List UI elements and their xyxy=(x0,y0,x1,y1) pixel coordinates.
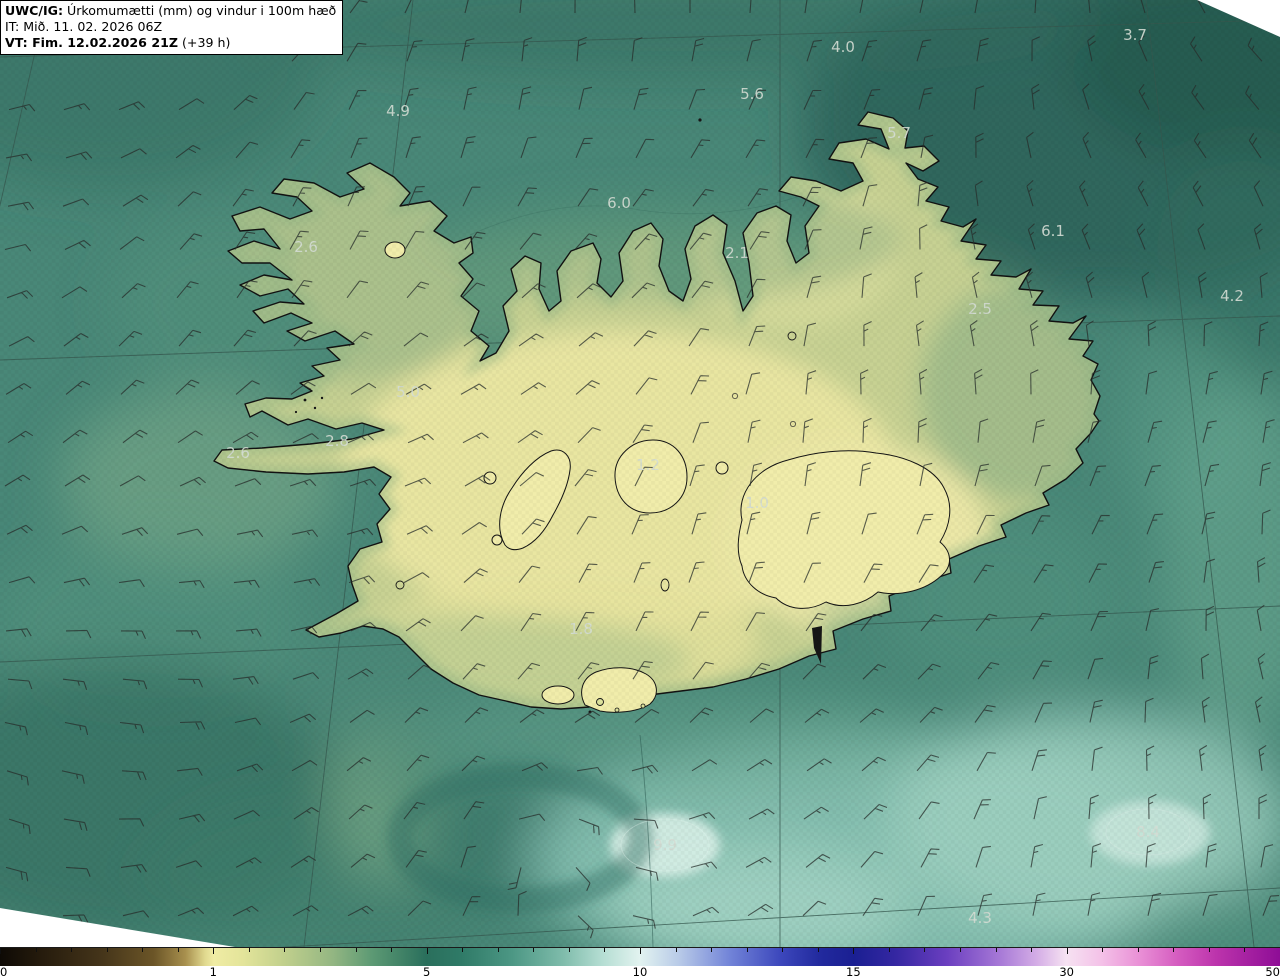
weather-map-canvas: 3.74.05.64.95.76.02.62.16.14.22.55.02.82… xyxy=(0,0,1280,947)
colorbar-tickmark xyxy=(746,948,748,952)
colorbar-tickmark xyxy=(284,948,286,952)
colorbar-tickmark xyxy=(1066,948,1068,954)
colorbar-tickmark xyxy=(1173,948,1175,952)
map-stage: 3.74.05.64.95.76.02.62.16.14.22.55.02.82… xyxy=(0,0,1280,979)
colorbar-tickmark xyxy=(782,948,784,952)
colorbar-tick-label: 1 xyxy=(209,965,217,979)
colorbar-tickmark xyxy=(0,948,1,954)
colorbar-tickmark xyxy=(320,948,321,952)
colorbar-tick-labels: 0 1 5 10 15 30 50 xyxy=(0,965,1280,979)
colorbar-tick-label: 10 xyxy=(632,965,648,979)
colorbar-tickmark xyxy=(355,948,357,952)
model-name: UWC/IG: xyxy=(5,3,64,18)
colorbar-tickmark xyxy=(604,948,606,952)
colorbar-tickmark xyxy=(462,948,464,952)
forecast-title-box: UWC/IG: Úrkomumætti (mm) og vindur i 100… xyxy=(0,0,344,55)
title-line-field: UWC/IG: Úrkomumætti (mm) og vindur i 100… xyxy=(5,3,336,19)
colorbar-tickmark xyxy=(568,948,570,952)
colorbar-tick-label: 0 xyxy=(0,965,8,979)
colorbar-tick-label: 50 xyxy=(1265,965,1280,979)
colorbar-tickmark xyxy=(1244,948,1246,952)
colorbar-tickmark xyxy=(35,948,37,952)
colorbar-tickmark xyxy=(71,948,73,952)
colorbar-tickmark xyxy=(1102,948,1104,952)
title-line-init-time: IT: Mið. 11. 02. 2026 06Z xyxy=(5,19,163,34)
colorbar-tickmark xyxy=(1031,948,1033,952)
colorbar-tickmark xyxy=(817,948,819,952)
colorbar-tickmark xyxy=(106,948,108,952)
colorbar-tickmark xyxy=(1208,948,1210,952)
colorbar-tickmark xyxy=(426,948,428,954)
colorbar-tickmark xyxy=(142,948,144,952)
colorbar-tick-label: 5 xyxy=(422,965,431,979)
title-line-valid-time: VT: Fim. 12.02.2026 21Z (+39 h) xyxy=(5,35,336,51)
colorbar-tickmark xyxy=(497,948,499,952)
colorbar-tickmark xyxy=(995,948,997,952)
colorbar-tickmark xyxy=(533,948,535,952)
colorbar-tickmark xyxy=(213,948,215,954)
lead-time: (+39 h) xyxy=(178,35,231,50)
colorbar-tickmark xyxy=(177,948,179,952)
valid-time: VT: Fim. 12.02.2026 21Z xyxy=(5,35,178,50)
colorbar-tick-label: 30 xyxy=(1059,965,1074,979)
colorbar-tickmark xyxy=(248,948,250,952)
colorbar-tickmark xyxy=(675,948,677,952)
colorbar-tickmark xyxy=(711,948,713,952)
colorbar-tickmark xyxy=(888,948,890,952)
colorbar-tickmark xyxy=(1137,948,1139,952)
weather-forecast-page: { "title_box": { "line1_bold": "UWC/IG:"… xyxy=(0,0,1280,979)
precipitation-colorbar: 0 1 5 10 15 30 50 xyxy=(0,947,1280,979)
colorbar-tick-label: 15 xyxy=(846,965,861,979)
colorbar-gradient xyxy=(0,947,1280,966)
field-description: Úrkomumætti (mm) og vindur i 100m hæð xyxy=(63,3,337,18)
colorbar-tickmark xyxy=(924,948,926,952)
pixel-texture-overlay xyxy=(0,0,1280,947)
colorbar-tickmark xyxy=(391,948,393,952)
colorbar-tickmark xyxy=(960,948,961,952)
colorbar-tickmark xyxy=(640,948,641,954)
colorbar-tickmark xyxy=(853,948,855,954)
